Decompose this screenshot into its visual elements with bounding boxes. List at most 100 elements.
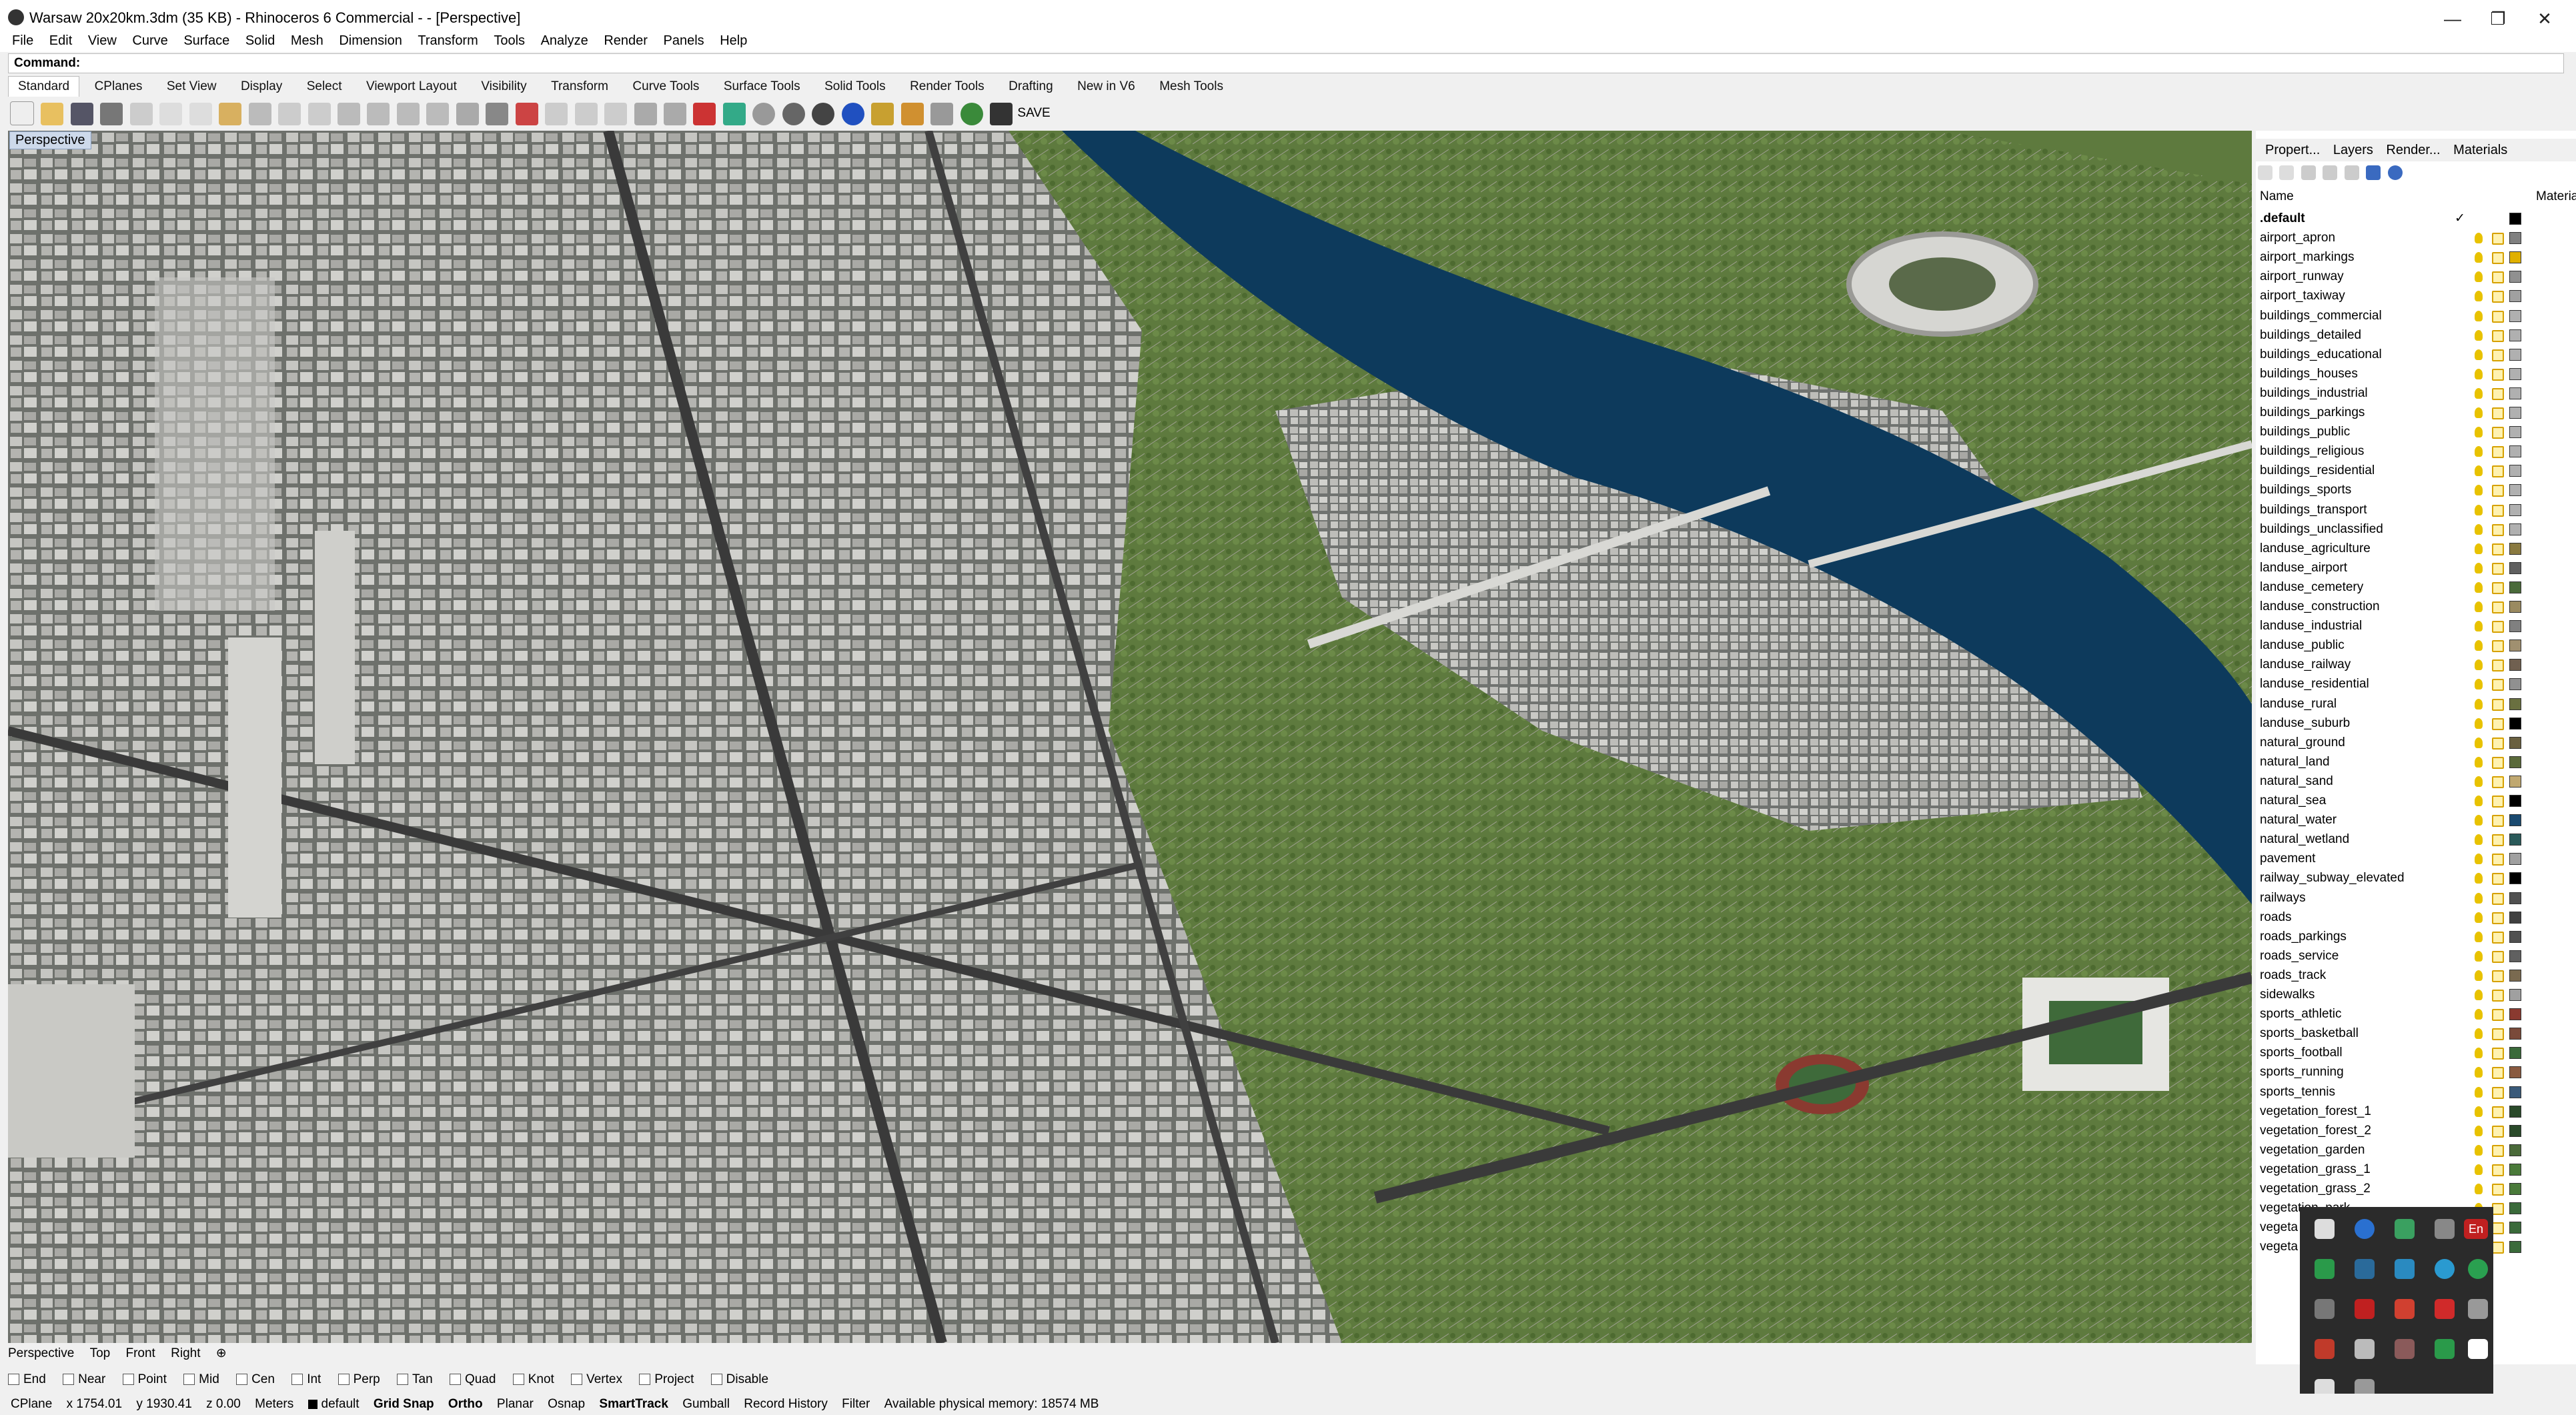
save-label[interactable]: SAVE bbox=[1017, 106, 1050, 120]
planar-toggle[interactable]: Planar bbox=[497, 1394, 534, 1415]
lock-icon[interactable] bbox=[2492, 815, 2504, 828]
layer-color-swatch[interactable] bbox=[2509, 465, 2521, 477]
menu-analyze[interactable]: Analyze bbox=[541, 29, 588, 52]
lock-icon[interactable] bbox=[2492, 387, 2504, 400]
osnap-end[interactable]: End bbox=[8, 1372, 46, 1387]
visibility-bulb-icon[interactable] bbox=[2475, 776, 2483, 787]
zoom-icon[interactable] bbox=[337, 103, 360, 125]
menu-panels[interactable]: Panels bbox=[663, 29, 704, 52]
cut-icon[interactable] bbox=[159, 103, 183, 125]
checkbox[interactable] bbox=[291, 1374, 303, 1386]
gumball-toggle[interactable]: Gumball bbox=[682, 1394, 730, 1415]
layer-row[interactable]: buildings_unclassified bbox=[2260, 520, 2567, 539]
tab-cplanes[interactable]: CPlanes bbox=[85, 77, 152, 97]
osnap-perp[interactable]: Perp bbox=[338, 1372, 380, 1387]
visibility-bulb-icon[interactable] bbox=[2475, 1164, 2483, 1175]
select-icon[interactable] bbox=[545, 103, 568, 125]
layer-row[interactable]: buildings_transport bbox=[2260, 501, 2567, 520]
visibility-bulb-icon[interactable] bbox=[2475, 621, 2483, 632]
lock-icon[interactable] bbox=[2492, 1242, 2504, 1254]
zoom-selected-icon[interactable] bbox=[426, 103, 450, 125]
sync-icon[interactable] bbox=[2468, 1259, 2488, 1279]
lock-icon[interactable] bbox=[2492, 310, 2504, 323]
visibility-bulb-icon[interactable] bbox=[2475, 931, 2483, 942]
layer-row[interactable]: landuse_residential bbox=[2260, 675, 2567, 694]
osnap-mid[interactable]: Mid bbox=[183, 1372, 219, 1387]
layer-color-swatch[interactable] bbox=[2509, 387, 2521, 399]
layer-row[interactable]: airport_taxiway bbox=[2260, 287, 2567, 306]
new-file-icon[interactable] bbox=[10, 101, 34, 125]
lock-icon[interactable] bbox=[2492, 1125, 2504, 1138]
layer-color-swatch[interactable] bbox=[2509, 775, 2521, 788]
checkbox[interactable] bbox=[397, 1374, 409, 1386]
layer-color-swatch[interactable] bbox=[2509, 659, 2521, 671]
layer-row[interactable]: landuse_airport bbox=[2260, 559, 2567, 578]
checkbox[interactable] bbox=[8, 1374, 19, 1386]
visibility-bulb-icon[interactable] bbox=[2475, 407, 2483, 418]
layer-row[interactable]: vegetation_forest_2 bbox=[2260, 1122, 2567, 1141]
osnap-toggle[interactable]: Osnap bbox=[548, 1394, 585, 1415]
lock-icon[interactable] bbox=[2492, 892, 2504, 905]
tab-materials[interactable]: Materials bbox=[2453, 139, 2507, 161]
visibility-bulb-icon[interactable] bbox=[2475, 349, 2483, 360]
layer-row[interactable]: buildings_detailed bbox=[2260, 326, 2567, 345]
bluetooth-icon[interactable] bbox=[2355, 1219, 2375, 1239]
visibility-bulb-icon[interactable] bbox=[2475, 562, 2483, 573]
visibility-bulb-icon[interactable] bbox=[2475, 271, 2483, 283]
grid-icon[interactable] bbox=[486, 103, 509, 125]
grid-snap-toggle[interactable]: Grid Snap bbox=[374, 1394, 434, 1415]
vp-tab-front[interactable]: Front bbox=[125, 1346, 155, 1361]
options-icon[interactable] bbox=[871, 103, 894, 125]
lock-icon[interactable] bbox=[2492, 1184, 2504, 1196]
visibility-bulb-icon[interactable] bbox=[2475, 796, 2483, 806]
color-wheel-icon[interactable] bbox=[722, 103, 746, 125]
record-history-toggle[interactable]: Record History bbox=[744, 1394, 828, 1415]
checkbox[interactable] bbox=[449, 1374, 461, 1386]
layer-color-swatch[interactable] bbox=[2509, 213, 2521, 225]
visibility-bulb-icon[interactable] bbox=[2475, 329, 2483, 341]
layer-color-swatch[interactable] bbox=[2509, 426, 2521, 439]
copy-icon[interactable] bbox=[189, 103, 212, 125]
visibility-bulb-icon[interactable] bbox=[2475, 504, 2483, 515]
layer-row[interactable]: airport_runway bbox=[2260, 267, 2567, 287]
render-icon[interactable] bbox=[841, 103, 864, 125]
lock-icon[interactable] bbox=[663, 103, 686, 125]
layer-row[interactable]: sports_running bbox=[2260, 1063, 2567, 1082]
new-layer-icon[interactable] bbox=[2258, 165, 2273, 180]
menu-transform[interactable]: Transform bbox=[418, 29, 478, 52]
add-viewport-icon[interactable]: ⊕ bbox=[216, 1346, 227, 1361]
lock-icon[interactable] bbox=[2492, 465, 2504, 478]
lock-icon[interactable] bbox=[2492, 950, 2504, 963]
layer-row[interactable]: roads_parkings bbox=[2260, 928, 2567, 947]
lock-icon[interactable] bbox=[2492, 737, 2504, 750]
visibility-bulb-icon[interactable] bbox=[2475, 252, 2483, 263]
layer-row[interactable]: pavement bbox=[2260, 850, 2567, 869]
filter-icon[interactable] bbox=[2366, 165, 2381, 180]
layer-row[interactable]: railways bbox=[2260, 889, 2567, 908]
visibility-bulb-icon[interactable] bbox=[2475, 291, 2483, 302]
lock-icon[interactable] bbox=[2492, 621, 2504, 633]
nvidia-icon[interactable] bbox=[2355, 1299, 2375, 1319]
open-file-icon[interactable] bbox=[41, 103, 64, 125]
visibility-bulb-icon[interactable] bbox=[2475, 1125, 2483, 1136]
layer-row[interactable]: buildings_houses bbox=[2260, 365, 2567, 384]
layer-color-swatch[interactable] bbox=[2509, 309, 2521, 322]
layer-row[interactable]: landuse_suburb bbox=[2260, 714, 2567, 734]
visibility-bulb-icon[interactable] bbox=[2475, 1028, 2483, 1040]
visibility-bulb-icon[interactable] bbox=[2475, 659, 2483, 671]
move-up-icon[interactable] bbox=[2323, 165, 2338, 180]
layer-color-swatch[interactable] bbox=[2509, 407, 2521, 419]
status-layer[interactable]: default bbox=[307, 1394, 360, 1415]
security-icon[interactable] bbox=[2468, 1339, 2488, 1359]
visibility-bulb-icon[interactable] bbox=[2475, 698, 2483, 710]
move-icon[interactable] bbox=[307, 103, 331, 125]
tab-visibility[interactable]: Visibility bbox=[472, 77, 536, 97]
layer-row[interactable]: landuse_industrial bbox=[2260, 617, 2567, 636]
wireframe-sphere-icon[interactable] bbox=[752, 103, 776, 125]
layer-color-swatch[interactable] bbox=[2509, 561, 2521, 574]
lock-icon[interactable] bbox=[2492, 504, 2504, 517]
lock-icon[interactable] bbox=[2492, 271, 2504, 284]
visibility-bulb-icon[interactable] bbox=[2475, 640, 2483, 651]
layer-color-swatch[interactable] bbox=[2509, 717, 2521, 730]
lock-icon[interactable] bbox=[2492, 329, 2504, 342]
